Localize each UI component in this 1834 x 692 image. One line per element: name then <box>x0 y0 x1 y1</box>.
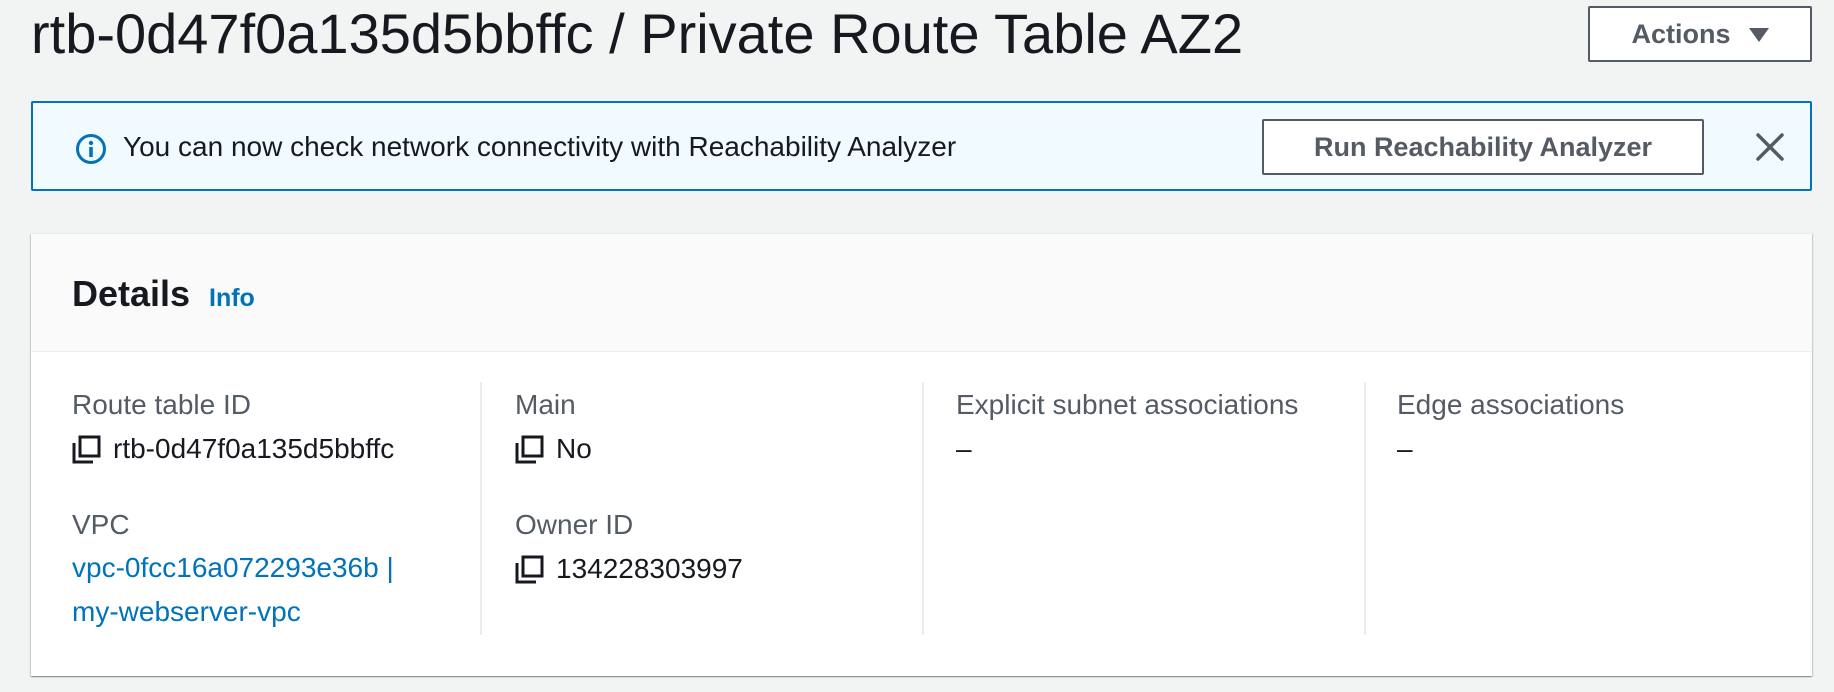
edge-associations-value: – <box>1397 433 1413 464</box>
caret-down-icon <box>1748 28 1769 42</box>
actions-button-label: Actions <box>1631 18 1731 49</box>
details-header: Details Info <box>31 234 1812 352</box>
explicit-subnet-associations-value: – <box>956 433 972 464</box>
main-text: No <box>556 433 592 464</box>
actions-button[interactable]: Actions <box>1588 6 1812 62</box>
vpc-label: VPC <box>72 509 130 540</box>
owner-id-text: 134228303997 <box>556 553 743 584</box>
column-divider <box>1364 382 1366 635</box>
route-table-id-value: rtb-0d47f0a135d5bbffc <box>72 432 394 466</box>
close-icon[interactable] <box>1752 129 1788 165</box>
details-panel: Details Info Route table ID rtb-0d47f0a1… <box>31 233 1812 676</box>
vpc-link-line2[interactable]: my-webserver-vpc <box>72 590 301 634</box>
edge-associations-label: Edge associations <box>1397 389 1625 420</box>
owner-id-label: Owner ID <box>515 509 634 540</box>
route-table-id-text: rtb-0d47f0a135d5bbffc <box>113 433 395 464</box>
route-table-id-label: Route table ID <box>72 389 251 420</box>
copy-icon[interactable] <box>515 555 544 584</box>
banner-message: You can now check network connectivity w… <box>123 131 957 162</box>
owner-id-value: 134228303997 <box>515 552 743 586</box>
route-table-detail-page: rtb-0d47f0a135d5bbffc / Private Route Ta… <box>0 0 1834 692</box>
column-divider <box>922 382 924 635</box>
run-reachability-analyzer-button[interactable]: Run Reachability Analyzer <box>1262 119 1704 175</box>
copy-icon[interactable] <box>515 435 544 464</box>
page-title: rtb-0d47f0a135d5bbffc / Private Route Ta… <box>31 2 1244 65</box>
info-icon <box>76 134 106 164</box>
main-value: No <box>515 432 592 466</box>
vpc-link-line1[interactable]: vpc-0fcc16a072293e36b | <box>72 546 394 590</box>
explicit-subnet-associations-label: Explicit subnet associations <box>956 389 1299 420</box>
details-title: Details <box>72 273 191 314</box>
copy-icon[interactable] <box>72 435 101 464</box>
reachability-info-banner: You can now check network connectivity w… <box>31 101 1812 191</box>
column-divider <box>480 382 482 635</box>
main-label: Main <box>515 389 576 420</box>
info-link[interactable]: Info <box>209 284 255 313</box>
